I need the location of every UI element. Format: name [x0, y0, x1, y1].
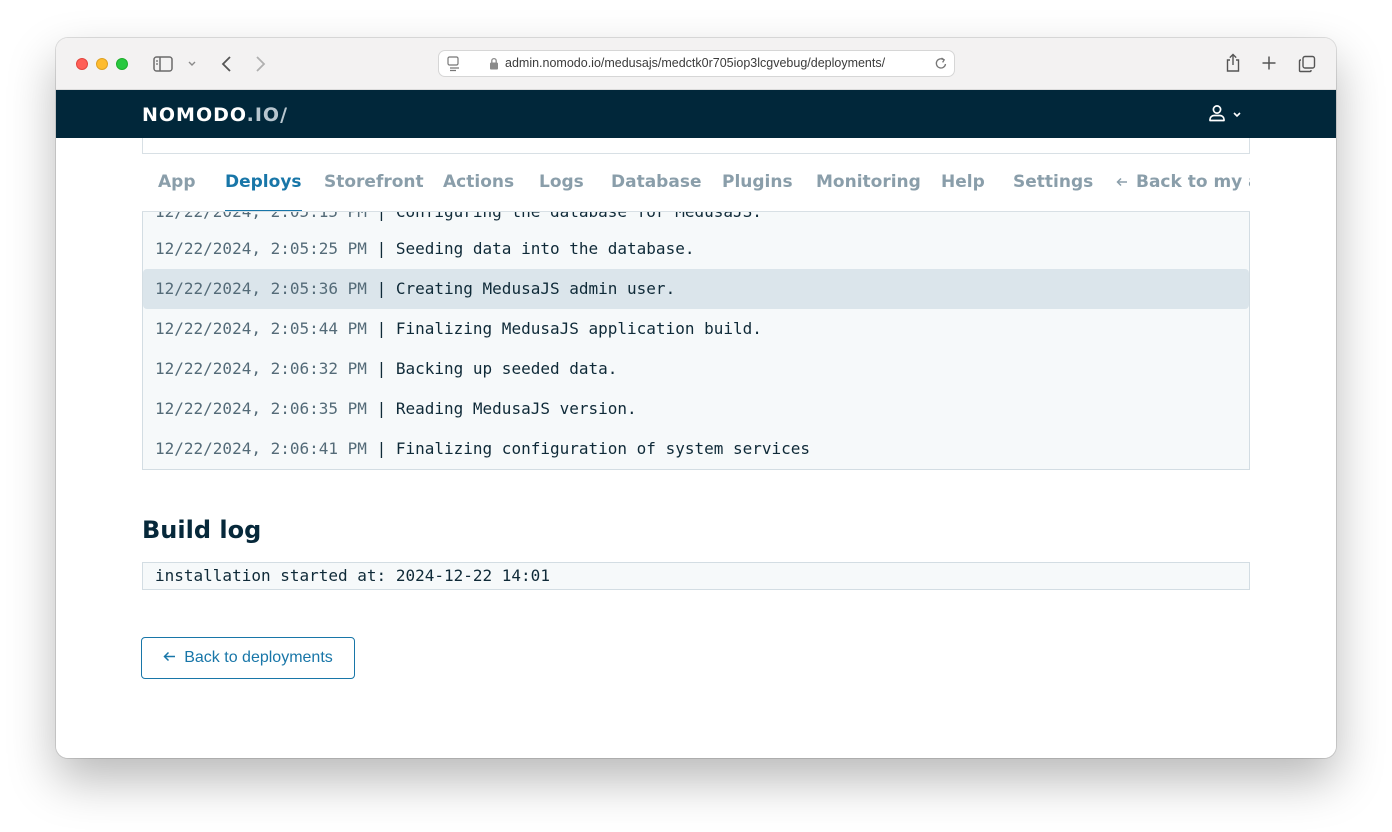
log-message: Finalizing configuration of system servi…: [395, 439, 811, 458]
close-window-button[interactable]: [76, 58, 88, 70]
log-separator: |: [376, 279, 387, 298]
log-row-highlighted: 12/22/2024, 2:05:36 PM | Creating Medusa…: [143, 269, 1249, 309]
log-message: Creating MedusaJS admin user.: [395, 279, 676, 298]
log-row: 12/22/2024, 2:05:44 PM | Finalizing Medu…: [143, 309, 1249, 349]
tab-app[interactable]: App: [158, 156, 196, 211]
log-timestamp: 12/22/2024, 2:06:32 PM: [155, 359, 367, 378]
log-separator: |: [376, 239, 387, 258]
tab-overview-icon[interactable]: [1296, 53, 1318, 75]
log-timestamp: 12/22/2024, 2:06:35 PM: [155, 399, 367, 418]
minimize-window-button[interactable]: [96, 58, 108, 70]
log-separator: |: [376, 399, 387, 418]
new-tab-icon[interactable]: [1259, 53, 1279, 73]
log-message: Seeding data into the database.: [395, 239, 695, 258]
build-log-title: Build log: [142, 516, 262, 544]
log-message: Reading MedusaJS version.: [395, 399, 637, 418]
app-header: NOMODO.IO/: [56, 90, 1336, 138]
previous-panel-edge: [142, 138, 1250, 154]
log-row: 12/22/2024, 2:05:25 PM | Seeding data in…: [143, 229, 1249, 269]
log-timestamp: 12/22/2024, 2:05:15 PM: [155, 212, 367, 221]
url-text: admin.nomodo.io/medusajs/medctk0r705iop3…: [505, 56, 886, 70]
sidebar-toggle-icon[interactable]: [152, 54, 174, 74]
tab-back-to-my-apps[interactable]: Back to my ap: [1116, 156, 1250, 211]
nomodo-logo[interactable]: NOMODO.IO/: [142, 104, 288, 126]
tab-back-label: Back to my ap: [1136, 172, 1250, 192]
chevron-down-icon: [1232, 106, 1242, 124]
app-tabs: App Deploys Storefront Actions Logs Data…: [142, 156, 1250, 212]
tab-deploys[interactable]: Deploys: [225, 156, 302, 211]
build-log-box: installation started at: 2024-12-22 14:0…: [142, 562, 1250, 590]
tab-database[interactable]: Database: [611, 156, 701, 211]
user-menu-button[interactable]: [1208, 104, 1248, 126]
share-icon[interactable]: [1222, 52, 1244, 74]
log-separator: |: [377, 212, 387, 221]
log-separator: |: [376, 359, 387, 378]
forward-arrow-icon[interactable]: [251, 54, 271, 74]
reload-icon[interactable]: [934, 56, 948, 71]
deployment-log: 12/22/2024, 2:05:15 PM | Configuring the…: [142, 212, 1250, 470]
page-menu-icon[interactable]: [447, 56, 461, 72]
log-separator: |: [376, 319, 387, 338]
tab-settings[interactable]: Settings: [1013, 156, 1093, 211]
tab-actions[interactable]: Actions: [443, 156, 514, 211]
log-timestamp: 12/22/2024, 2:05:36 PM: [155, 279, 367, 298]
back-arrow-icon[interactable]: [216, 54, 236, 74]
logo-main-text: NOMODO: [142, 104, 247, 126]
log-message: Backing up seeded data.: [395, 359, 618, 378]
chevron-down-icon[interactable]: [186, 58, 198, 70]
browser-toolbar: admin.nomodo.io/medusajs/medctk0r705iop3…: [56, 38, 1336, 90]
address-bar[interactable]: admin.nomodo.io/medusajs/medctk0r705iop3…: [438, 50, 955, 77]
build-log-text: installation started at: 2024-12-22 14:0…: [155, 566, 550, 585]
log-row: 12/22/2024, 2:06:41 PM | Finalizing conf…: [143, 429, 1249, 469]
tab-monitoring[interactable]: Monitoring: [816, 156, 921, 211]
back-button-label: Back to deployments: [184, 649, 333, 666]
lock-icon: [489, 57, 499, 70]
arrow-left-icon: [163, 649, 176, 667]
page-content: 12/22/2024, 2:05:15 PM | Configuring the…: [56, 138, 1336, 758]
tab-help[interactable]: Help: [941, 156, 985, 211]
tab-plugins[interactable]: Plugins: [722, 156, 793, 211]
log-message: Finalizing MedusaJS application build.: [395, 319, 762, 338]
back-to-deployments-button[interactable]: Back to deployments: [141, 637, 355, 679]
log-separator: |: [376, 439, 387, 458]
arrow-left-icon: [1116, 156, 1128, 208]
user-icon: [1208, 104, 1226, 127]
browser-window: admin.nomodo.io/medusajs/medctk0r705iop3…: [56, 38, 1336, 758]
logo-suffix-text: .IO/: [246, 104, 289, 126]
tab-logs[interactable]: Logs: [539, 156, 584, 211]
log-row: 12/22/2024, 2:06:32 PM | Backing up seed…: [143, 349, 1249, 389]
log-message: Configuring the database for MedusaJS.: [396, 212, 762, 221]
log-timestamp: 12/22/2024, 2:05:25 PM: [155, 239, 367, 258]
log-timestamp: 12/22/2024, 2:05:44 PM: [155, 319, 367, 338]
log-row: 12/22/2024, 2:06:35 PM | Reading MedusaJ…: [143, 389, 1249, 429]
tab-storefront[interactable]: Storefront: [324, 156, 424, 211]
log-timestamp: 12/22/2024, 2:06:41 PM: [155, 439, 367, 458]
zoom-window-button[interactable]: [116, 58, 128, 70]
